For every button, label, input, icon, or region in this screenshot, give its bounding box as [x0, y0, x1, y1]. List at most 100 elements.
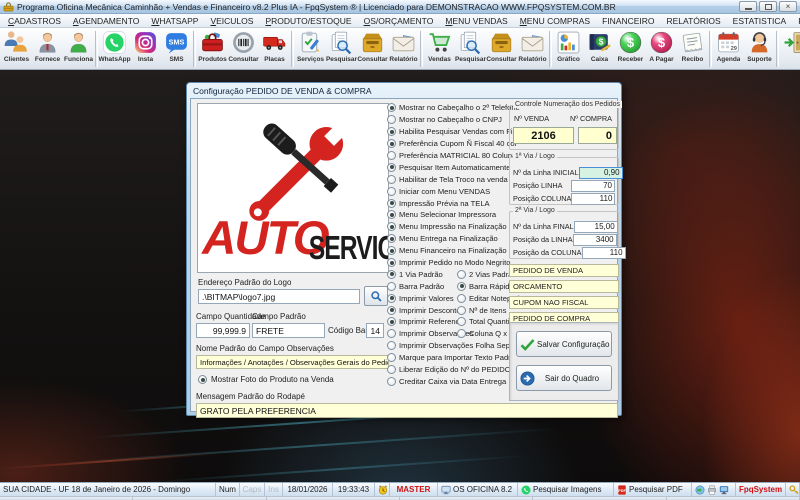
- browse-logo-button[interactable]: [364, 286, 388, 306]
- toolbar-button-caixa[interactable]: $Caixa: [584, 29, 615, 69]
- radio-button[interactable]: [457, 306, 466, 315]
- toolbar-button-pesquisar[interactable]: Pesquisar: [455, 29, 486, 69]
- option-imprimir-observacoes-folha-separada[interactable]: Imprimir Observações Folha Separada: [387, 340, 507, 352]
- toolbar-button-suporte[interactable]: Suporte: [744, 29, 775, 69]
- option-barra-rapido[interactable]: Barra Rápido: [457, 280, 514, 292]
- option-creditar-caixa-via-data-entrega[interactable]: Creditar Caixa via Data Entrega: [387, 375, 507, 387]
- option-imprimir-observacoes[interactable]: Imprimir ObservaçõesColuna Q x V: [387, 328, 507, 340]
- option-menu-selecionar-impressora[interactable]: Menu Selecionar Impressora: [387, 209, 507, 221]
- option-menu-entrega-na-finalizacao[interactable]: Menu Entrega na Finalização: [387, 233, 507, 245]
- campo-quantidade-field[interactable]: 99,999.9: [196, 323, 250, 338]
- radio-button[interactable]: [387, 175, 396, 184]
- dialog-titlebar[interactable]: Configuração PEDIDO DE VENDA & COMPRA: [187, 83, 621, 98]
- radio-button[interactable]: [387, 222, 396, 231]
- option-coluna-q-x-v[interactable]: Coluna Q x V: [457, 328, 514, 340]
- codigo-barras-field[interactable]: 14: [366, 323, 384, 338]
- toolbar-button-a-pagar[interactable]: $A Pagar: [646, 29, 677, 69]
- setting-value-field[interactable]: 3400: [573, 234, 617, 246]
- radio-button[interactable]: [387, 341, 396, 350]
- option-habilitar-de-tela-troco-na-venda[interactable]: Habilitar de Tela Troco na venda: [387, 173, 507, 185]
- toolbar-button-agenda[interactable]: 29Agenda: [713, 29, 744, 69]
- radio-button[interactable]: [387, 151, 396, 160]
- setting-value-field[interactable]: 0,90: [579, 167, 623, 179]
- num-compra-field[interactable]: 0: [578, 127, 617, 144]
- radio-button[interactable]: [387, 187, 396, 196]
- menu-item-os-orcamento[interactable]: OS/ORÇAMENTO: [358, 16, 440, 26]
- toolbar-button-whatsapp[interactable]: WhatsApp: [99, 29, 130, 69]
- option-menu-impressao-na-finalizacao[interactable]: Menu Impressão na Finalização: [387, 221, 507, 233]
- menu-item-cadastros[interactable]: CADASTROS: [2, 16, 67, 26]
- radio-button[interactable]: [387, 365, 396, 374]
- toolbar-button-consultar[interactable]: Consultar: [357, 29, 388, 69]
- menu-item-ferramentas[interactable]: FERRAMENTAS: [792, 16, 800, 26]
- option-pesquisar-item-automaticamente[interactable]: Pesquisar Item Automaticamente: [387, 161, 507, 173]
- option-1-via-padrao[interactable]: 1 Via Padrão2 Vias Padrão: [387, 268, 507, 280]
- toolbar-button-produtos[interactable]: Produtos: [197, 29, 228, 69]
- toolbar-button-clientes[interactable]: Clientes: [1, 29, 32, 69]
- radio-button[interactable]: [387, 270, 396, 279]
- radio-button[interactable]: [387, 210, 396, 219]
- option-imprimir-referencia[interactable]: Imprimir ReferenciaTotal Quantia: [387, 316, 507, 328]
- close-button[interactable]: ×: [779, 1, 797, 12]
- logo-path-field[interactable]: .\BITMAP\logo7.jpg: [198, 289, 360, 304]
- radio-button[interactable]: [198, 375, 207, 384]
- menu-item-relatorios[interactable]: RELATÓRIOS: [661, 16, 727, 26]
- option-habilita-pesquisar-vendas-com-filtro[interactable]: Habilita Pesquisar Vendas com Filtro: [387, 126, 507, 138]
- radio-button[interactable]: [387, 163, 396, 172]
- radio-button[interactable]: [457, 270, 466, 279]
- radio-button[interactable]: [387, 329, 396, 338]
- setting-value-field[interactable]: 15,00: [574, 221, 618, 233]
- toolbar-button-item[interactable]: [780, 29, 800, 69]
- menu-item-menu-compras[interactable]: MENU COMPRAS: [514, 16, 596, 26]
- menu-item-veiculos[interactable]: VEICULOS: [204, 16, 259, 26]
- menu-item-estatistica[interactable]: ESTATISTICA: [727, 16, 793, 26]
- toolbar-button-servicos[interactable]: Serviços: [295, 29, 326, 69]
- radio-button[interactable]: [457, 317, 466, 326]
- option-imprimir-descontos[interactable]: Imprimir DescontosNº de Itens: [387, 304, 507, 316]
- radio-button[interactable]: [387, 115, 396, 124]
- toolbar-button-vendas[interactable]: Vendas: [424, 29, 455, 69]
- menu-item-produto-estoque[interactable]: PRODUTO/ESTOQUE: [259, 16, 357, 26]
- radio-button[interactable]: [387, 282, 396, 291]
- option-iniciar-com-menu-vendas[interactable]: Iniciar com Menu VENDAS: [387, 185, 507, 197]
- toolbar-button-recibo[interactable]: Recibo: [677, 29, 708, 69]
- toolbar-button-receber[interactable]: $Receber: [615, 29, 646, 69]
- option-preferencia-matricial-80-colunas[interactable]: Preferência MATRICIAL 80 Colunas: [387, 150, 507, 162]
- menu-item-whatsapp[interactable]: WHATSAPP: [145, 16, 204, 26]
- toolbar-button-consultar[interactable]: Consultar: [228, 29, 259, 69]
- radio-button[interactable]: [387, 377, 396, 386]
- menu-item-agendamento[interactable]: AGENDAMENTO: [67, 16, 145, 26]
- radio-button[interactable]: [387, 246, 396, 255]
- radio-button[interactable]: [387, 199, 396, 208]
- radio-button[interactable]: [457, 329, 466, 338]
- doc-name-field-pedido-de-venda[interactable]: PEDIDO DE VENDA: [509, 264, 619, 277]
- option-menu-financeiro-na-finalizacao[interactable]: Menu Financeiro na Finalização: [387, 245, 507, 257]
- show-product-photo-option[interactable]: Mostrar Foto do Produto na Venda: [198, 375, 334, 384]
- option-liberar-edicao-do-n-do-pedido[interactable]: Liberar Edição do Nº do PEDIDO: [387, 364, 507, 376]
- option-preferencia-cupom-n-fiscal-40-col[interactable]: Preferência Cupom Ñ Fiscal 40 col: [387, 138, 507, 150]
- save-config-button[interactable]: Salvar Configuração: [516, 331, 612, 357]
- exit-dialog-button[interactable]: Sair do Quadro: [516, 365, 612, 391]
- rodape-field[interactable]: GRATO PELA PREFERENCIA: [196, 403, 618, 418]
- toolbar-button-grafico[interactable]: Gráfico: [553, 29, 584, 69]
- toolbar-button-fornece[interactable]: Fornece: [32, 29, 63, 69]
- radio-button[interactable]: [387, 294, 396, 303]
- toolbar-button-relatorio[interactable]: Relatório: [388, 29, 419, 69]
- option-mostrar-no-cabecalho-o-cnpj[interactable]: Mostrar no Cabeçalho o CNPJ: [387, 114, 507, 126]
- campo-padrao-field[interactable]: FRETE: [252, 323, 325, 338]
- toolbar-button-sms[interactable]: SMSSMS: [161, 29, 192, 69]
- toolbar-button-pesquisar[interactable]: Pesquisar: [326, 29, 357, 69]
- toolbar-button-funciona[interactable]: Funciona: [63, 29, 94, 69]
- toolbar-button-placas[interactable]: Placas: [259, 29, 290, 69]
- option-total-quantia[interactable]: Total Quantia: [457, 316, 514, 328]
- doc-name-field-cupom-nao-fiscal[interactable]: CUPOM NAO FISCAL: [509, 296, 619, 309]
- minimize-button[interactable]: [739, 1, 757, 12]
- radio-button[interactable]: [387, 234, 396, 243]
- option-2-vias-padrao[interactable]: 2 Vias Padrão: [457, 268, 517, 280]
- radio-button[interactable]: [387, 353, 396, 362]
- setting-value-field[interactable]: 110: [582, 247, 626, 259]
- radio-button[interactable]: [387, 317, 396, 326]
- restore-button[interactable]: [759, 1, 777, 12]
- toolbar-button-insta[interactable]: Insta: [130, 29, 161, 69]
- option-impressao-previa-na-tela[interactable]: Impressão Prévia na TELA: [387, 197, 507, 209]
